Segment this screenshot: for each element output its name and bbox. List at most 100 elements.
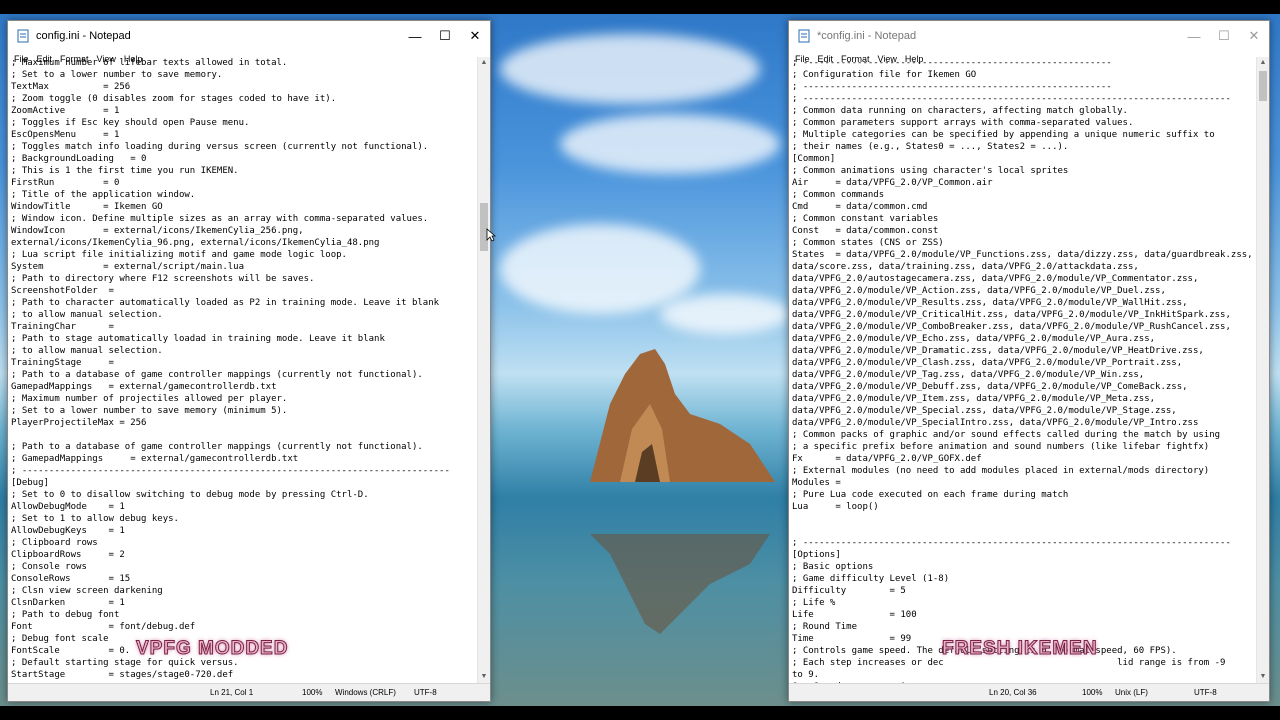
text-line: ; Path to character automatically loaded… (11, 298, 440, 308)
text-line: Modules = (792, 478, 841, 488)
text-line: WindowTitle = Ikemen GO (11, 202, 163, 212)
text-line: StartStage = stages/stage0-720.def (11, 670, 234, 680)
scroll-up-arrow-icon[interactable]: ▲ (1257, 57, 1269, 69)
text-line: [Options] (792, 550, 841, 560)
scroll-up-arrow-icon[interactable]: ▲ (478, 57, 490, 69)
cloud (560, 114, 780, 174)
text-line: data/VPFG_2.0/module/VP_Clash.zss, data/… (792, 358, 1183, 368)
text-line: ScreenshotFolder = (11, 286, 114, 296)
scroll-down-arrow-icon[interactable]: ▼ (478, 671, 490, 683)
text-line: ; Window icon. Define multiple sizes as … (11, 214, 429, 224)
text-line: ; Set to a lower number to save memory. (11, 70, 223, 80)
text-line: Fx = data/VPFG_2.0/VP_GOFX.def (792, 454, 982, 464)
text-line: ; Common packs of graphic and/or sound e… (792, 430, 1221, 440)
text-line: data/VPFG_2.0/module/VP_SpecialIntro.zss… (792, 418, 1199, 428)
text-editor[interactable]: ; --------------------------------------… (789, 57, 1257, 683)
overlay-caption-left: VPFG MODDED (135, 638, 289, 660)
text-line: external/icons/IkemenCylia_96.png, exter… (11, 238, 380, 248)
notepad-icon (17, 29, 29, 43)
text-line: ; Common constant variables (792, 214, 939, 224)
text-line: Font = font/debug.def (11, 622, 196, 632)
text-line: AllowDebugMode = 1 (11, 502, 125, 512)
rock-arch-image (590, 349, 775, 482)
text-line: data/VPFG_2.0/module/VP_Tag.zss, data/VP… (792, 370, 1145, 380)
text-line: ; Multiple categories can be specified b… (792, 130, 1215, 140)
text-line: ; Path to a database of game controller … (11, 370, 423, 380)
scroll-down-arrow-icon[interactable]: ▼ (1257, 671, 1269, 683)
status-bar: Ln 21, Col 1 100% Windows (CRLF) UTF-8 (8, 683, 490, 701)
text-line: ; --------------------------------------… (792, 538, 1231, 548)
vertical-scrollbar[interactable]: ▲ ▼ (1256, 57, 1269, 683)
text-line: data/VPFG_2.0/module/VP_Echo.zss, data/V… (792, 334, 1156, 344)
text-line: ; Life % (792, 598, 836, 608)
text-line: TextMax = 256 (11, 82, 131, 92)
text-line: data/VPFG_2.0/module/VP_Debuff.zss, data… (792, 382, 1188, 392)
text-line: [Common] (792, 154, 836, 164)
scroll-thumb[interactable] (480, 203, 488, 251)
text-line: ; Common animations using character's lo… (792, 166, 1069, 176)
text-line: ; Game difficulty Level (1-8) (792, 574, 950, 584)
cloud (500, 34, 760, 104)
text-line: data/VPFG_2.0/module/VP_Special.zss, dat… (792, 406, 1177, 416)
text-line: data/score.zss, data/training.zss, data/… (792, 262, 1139, 272)
scroll-thumb[interactable] (1259, 71, 1267, 101)
overlay-caption-right: FRESH IKEMEN (942, 638, 1098, 660)
text-line: PlayerProjectileMax = 256 (11, 418, 147, 428)
text-line: ; Pure Lua code executed on each frame d… (792, 490, 1069, 500)
zoom-level: 100% (1082, 688, 1103, 697)
text-line: States = data/VPFG_2.0/module/VP_Functio… (792, 250, 1253, 260)
text-line (11, 429, 478, 441)
cloud (500, 224, 700, 314)
text-line: ; to allow manual selection. (11, 310, 163, 320)
maximize-button[interactable]: ☐ (1209, 21, 1239, 51)
text-line: data/VPFG_2.0/module/VP_Item.zss, data/V… (792, 394, 1156, 404)
text-line: data/VPFG_2.0/module/VP_Action.zss, data… (792, 286, 1166, 296)
text-line: Life = 100 (792, 610, 917, 620)
text-line: ; Path to a database of game controller … (11, 442, 423, 452)
text-line: ; Title of the application window. (11, 190, 196, 200)
text-line: ; Toggles if Esc key should open Pause m… (11, 118, 250, 128)
notepad-window-left[interactable]: config.ini - Notepad — ☐ ✕ File Edit For… (7, 20, 491, 702)
text-line: ; Console rows (11, 562, 87, 572)
text-line: ; Path to stage automatically loadad in … (11, 334, 385, 344)
text-line: FirstRun = 0 (11, 178, 120, 188)
text-line: ; Basic options (792, 562, 874, 572)
text-line: WindowIcon = external/icons/IkemenCylia_… (11, 226, 304, 236)
editor-text: ; --------------------------------------… (789, 57, 1257, 683)
cursor-position: Ln 20, Col 36 (989, 688, 1037, 697)
close-button[interactable]: ✕ (1239, 21, 1269, 51)
encoding: UTF-8 (1194, 688, 1217, 697)
text-line: ; --------------------------------------… (792, 58, 1112, 68)
text-line: TrainingStage = (11, 358, 114, 368)
text-line: ; Zoom toggle (0 disables zoom for stage… (11, 94, 337, 104)
text-line: ; This is 1 the first time you run IKEME… (11, 166, 239, 176)
minimize-button[interactable]: — (1179, 21, 1209, 51)
text-line: ; Set to 0 to disallow switching to debu… (11, 490, 369, 500)
text-line: [Debug] (11, 478, 49, 488)
encoding: UTF-8 (414, 688, 437, 697)
text-line: data/VPFG_2.0/module/VP_Results.zss, dat… (792, 298, 1188, 308)
minimize-button[interactable]: — (400, 21, 430, 51)
text-line: ClipboardRows = 2 (11, 550, 125, 560)
text-line: data/VPFG_2.0/autostagecamera.zss, data/… (792, 274, 1199, 284)
text-line (792, 513, 1257, 525)
vertical-scrollbar[interactable]: ▲ ▼ (477, 57, 490, 683)
text-line: data/VPFG_2.0/module/VP_CriticalHit.zss,… (792, 310, 1231, 320)
close-button[interactable]: ✕ (460, 21, 490, 51)
title-bar[interactable]: config.ini - Notepad — ☐ ✕ (8, 21, 490, 51)
window-title: config.ini - Notepad (36, 30, 131, 42)
maximize-button[interactable]: ☐ (430, 21, 460, 51)
title-bar[interactable]: *config.ini - Notepad — ☐ ✕ (789, 21, 1269, 51)
line-ending: Windows (CRLF) (335, 688, 396, 697)
text-line: ; BackgroundLoading = 0 (11, 154, 147, 164)
text-line: System = external/script/main.lua (11, 262, 244, 272)
text-line: ConsoleRows = 15 (11, 574, 131, 584)
mouse-pointer-icon (486, 228, 496, 242)
text-line: ; Clsn view screen darkening (11, 586, 163, 596)
text-line: ; Common commands (792, 190, 885, 200)
text-line (792, 525, 1257, 537)
notepad-window-right[interactable]: *config.ini - Notepad — ☐ ✕ File Edit Fo… (788, 20, 1270, 702)
rock-reflection-image (590, 534, 770, 634)
text-line: ; Round Time (792, 622, 858, 632)
text-editor[interactable]: ; Maximum number of lifebar texts allowe… (8, 57, 478, 683)
